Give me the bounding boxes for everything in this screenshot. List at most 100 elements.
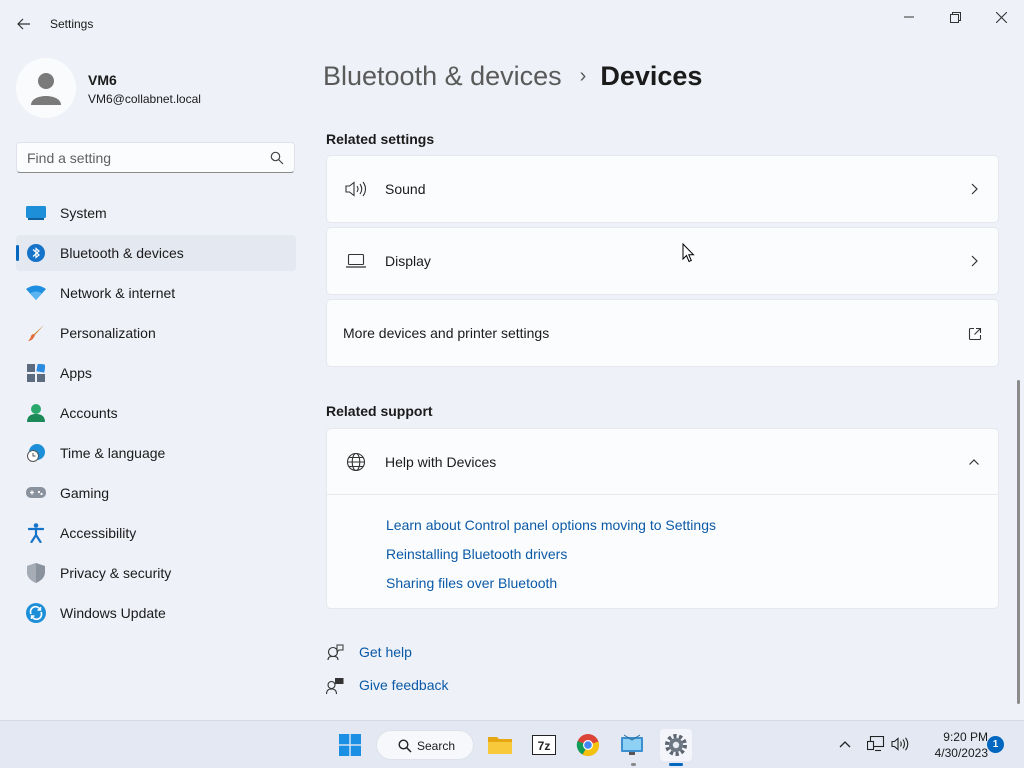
breadcrumb-parent[interactable]: Bluetooth & devices	[323, 61, 562, 92]
sidebar-item-personalization[interactable]: Personalization	[16, 315, 296, 351]
user-profile[interactable]: VM6 VM6@collabnet.local	[16, 58, 296, 118]
help-links-list: Learn about Control panel options moving…	[386, 517, 716, 604]
sound-label: Sound	[385, 181, 426, 197]
search-box[interactable]	[16, 142, 295, 173]
feedback-icon	[326, 678, 344, 695]
sidebar-item-label: System	[60, 205, 107, 221]
sidebar-item-label: Personalization	[60, 325, 156, 341]
clock[interactable]: 9:20 PM 4/30/2023	[916, 729, 988, 761]
sidebar-item-privacy-security[interactable]: Privacy & security	[16, 555, 296, 591]
7zip-icon: 7z	[532, 735, 556, 755]
folder-icon	[488, 737, 512, 754]
apps-icon	[26, 364, 46, 382]
restore-icon	[949, 11, 961, 23]
more-devices-label: More devices and printer settings	[343, 325, 550, 341]
related-support-heading: Related support	[326, 403, 433, 419]
page-title: Devices	[600, 60, 703, 91]
globe-icon	[345, 452, 367, 472]
network-icon	[867, 736, 885, 752]
volume-tray-button[interactable]	[891, 735, 909, 753]
gear-icon	[665, 734, 687, 756]
system-icon	[26, 204, 46, 222]
sidebar-item-system[interactable]: System	[16, 195, 296, 231]
give-feedback-label: Give feedback	[359, 677, 449, 693]
more-devices-printer-settings-row[interactable]: More devices and printer settings	[326, 299, 999, 367]
user-avatar-icon	[31, 73, 61, 105]
app-title: Settings	[50, 17, 94, 31]
notification-badge[interactable]: 1	[987, 736, 1004, 753]
minimize-button[interactable]	[886, 4, 932, 30]
display-row[interactable]: Display	[326, 227, 999, 295]
show-hidden-icons-button[interactable]	[836, 735, 854, 753]
settings-app-button[interactable]	[660, 729, 692, 761]
speaker-icon	[345, 180, 367, 198]
back-button[interactable]	[10, 10, 38, 38]
sidebar-item-windows-update[interactable]: Windows Update	[16, 595, 296, 631]
breadcrumb-separator: ›	[579, 64, 587, 87]
chevron-right-icon	[971, 255, 978, 267]
user-email: VM6@collabnet.local	[88, 92, 201, 106]
sidebar-item-label: Network & internet	[60, 285, 176, 301]
accounts-icon	[26, 404, 46, 422]
chevron-up-icon	[969, 459, 979, 465]
svg-text:7z: 7z	[538, 739, 551, 753]
start-button[interactable]	[334, 729, 366, 761]
remote-desktop-button[interactable]	[616, 729, 648, 761]
gamepad-icon	[26, 484, 46, 502]
wifi-icon	[26, 284, 46, 302]
sidebar-nav: System Bluetooth & devices Network & int…	[16, 195, 296, 635]
monitor-app-icon	[621, 734, 643, 755]
taskbar-search[interactable]: Search	[376, 730, 474, 760]
help-link-sharing-files[interactable]: Sharing files over Bluetooth	[386, 575, 716, 604]
display-label: Display	[385, 253, 431, 269]
sidebar-item-label: Accessibility	[60, 525, 137, 541]
shield-icon	[26, 563, 46, 583]
close-icon	[995, 11, 1007, 23]
time-language-icon	[26, 444, 46, 462]
taskbar: Search 7z 9:20 PM 4/30/2023 1	[0, 720, 1024, 768]
get-help-icon	[327, 644, 344, 661]
brush-icon	[26, 324, 46, 342]
sidebar-item-bluetooth-devices[interactable]: Bluetooth & devices	[16, 235, 296, 271]
sidebar-item-label: Gaming	[60, 485, 110, 501]
sidebar-item-label: Apps	[60, 365, 92, 381]
clock-date: 4/30/2023	[934, 746, 988, 760]
close-button[interactable]	[978, 4, 1024, 30]
bluetooth-icon	[26, 244, 46, 262]
sidebar-item-label: Time & language	[60, 445, 166, 461]
help-link-control-panel[interactable]: Learn about Control panel options moving…	[386, 517, 716, 546]
external-link-icon	[968, 327, 982, 341]
related-settings-heading: Related settings	[326, 131, 435, 147]
help-with-devices-header[interactable]: Help with Devices	[327, 429, 998, 495]
clock-time: 9:20 PM	[943, 730, 988, 744]
taskbar-search-label: Search	[417, 739, 456, 753]
breadcrumb: Bluetooth & devices › Devices	[323, 58, 702, 94]
active-app-indicator	[669, 763, 683, 766]
help-with-devices-panel: Help with Devices Learn about Control pa…	[326, 428, 999, 609]
back-arrow-icon	[17, 18, 30, 30]
vertical-scrollbar[interactable]	[1017, 380, 1020, 704]
sound-row[interactable]: Sound	[326, 155, 999, 223]
sidebar-item-accounts[interactable]: Accounts	[16, 395, 296, 431]
get-help-label: Get help	[359, 644, 412, 660]
speaker-icon	[891, 737, 909, 751]
restore-button[interactable]	[932, 4, 978, 30]
sidebar-item-label: Privacy & security	[60, 565, 172, 581]
help-link-reinstall-bluetooth[interactable]: Reinstalling Bluetooth drivers	[386, 546, 716, 575]
minimize-icon	[904, 16, 914, 18]
sidebar-item-label: Accounts	[60, 405, 118, 421]
network-tray-button[interactable]	[867, 735, 885, 753]
file-explorer-button[interactable]	[484, 729, 516, 761]
search-input[interactable]	[27, 149, 257, 167]
chrome-button[interactable]	[572, 729, 604, 761]
sidebar-item-network[interactable]: Network & internet	[16, 275, 296, 311]
user-name: VM6	[88, 72, 117, 88]
search-icon	[398, 739, 412, 753]
7zip-button[interactable]: 7z	[528, 729, 560, 761]
sidebar-item-accessibility[interactable]: Accessibility	[16, 515, 296, 551]
sidebar-item-apps[interactable]: Apps	[16, 355, 296, 391]
sidebar-item-gaming[interactable]: Gaming	[16, 475, 296, 511]
laptop-icon	[345, 252, 367, 270]
windows-logo-icon	[339, 734, 361, 756]
sidebar-item-time-language[interactable]: Time & language	[16, 435, 296, 471]
